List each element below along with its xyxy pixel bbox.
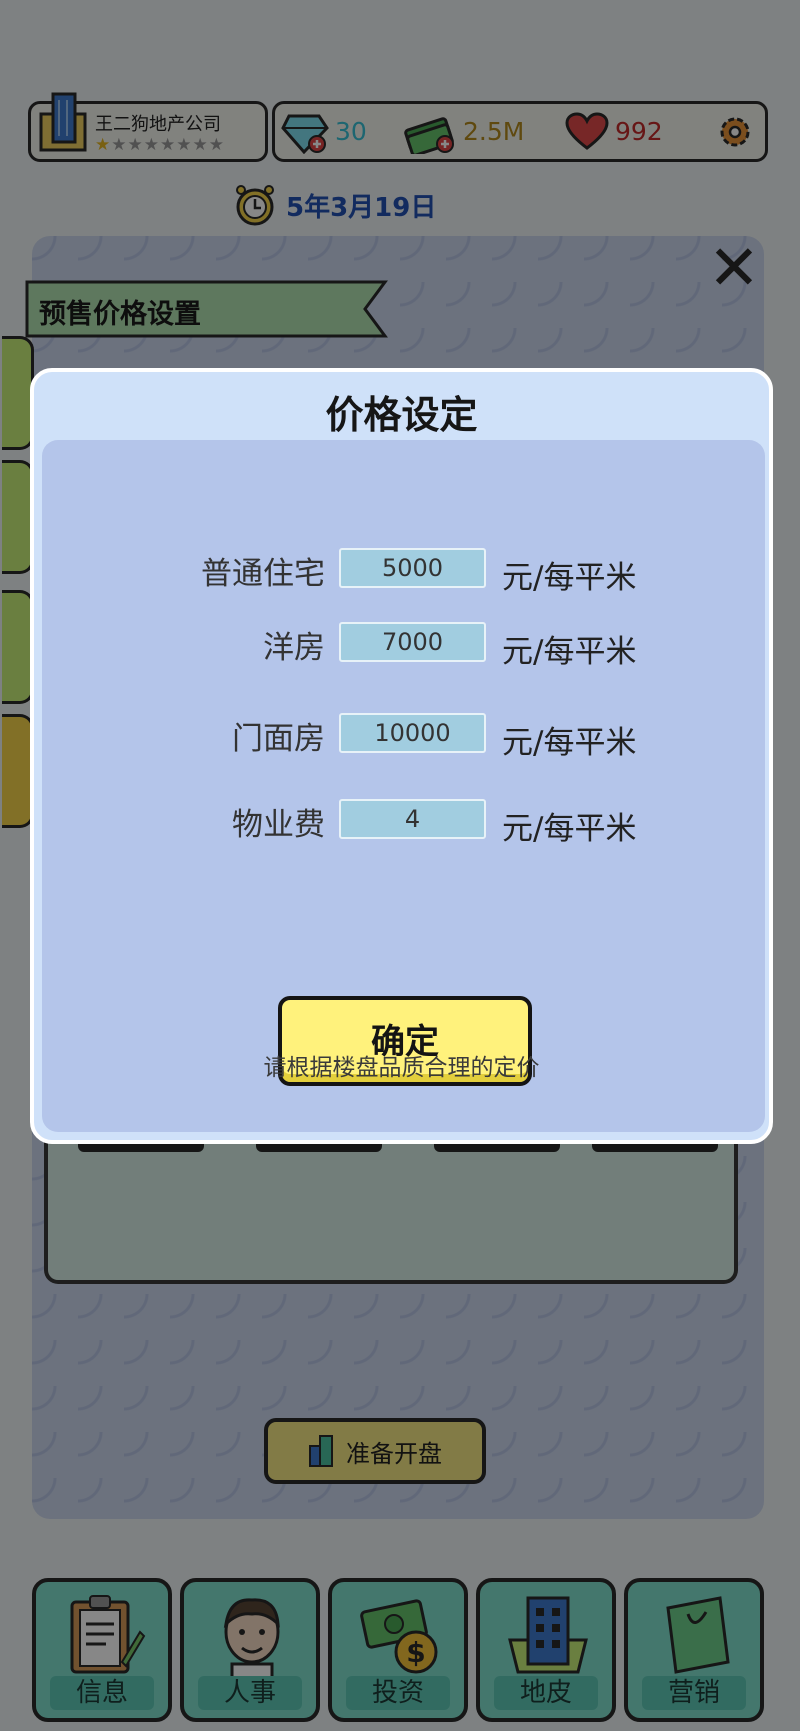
villa-price-input[interactable] (339, 622, 486, 662)
price-row-property-fee: 物业费 元/每平米 (42, 795, 765, 847)
price-row-villa: 洋房 元/每平米 (42, 618, 765, 670)
price-unit: 元/每平米 (502, 634, 637, 670)
property-fee-input[interactable] (339, 799, 486, 839)
residential-price-input[interactable] (339, 548, 486, 588)
price-row-storefront: 门面房 元/每平米 (42, 709, 765, 761)
price-unit: 元/每平米 (502, 725, 637, 761)
price-row-residential: 普通住宅 元/每平米 (42, 544, 765, 596)
dialog-title: 价格设定 (325, 393, 478, 437)
price-unit: 元/每平米 (502, 560, 637, 596)
dialog-body: 普通住宅 元/每平米 洋房 元/每平米 门面房 元/每平米 物业费 元/每平米 … (42, 440, 765, 1132)
storefront-price-input[interactable] (339, 713, 486, 753)
price-label: 物业费 (232, 807, 325, 843)
pricing-hint: 请根据楼盘品质合理的定价 (263, 1055, 540, 1081)
price-unit: 元/每平米 (502, 811, 637, 847)
price-label: 洋房 (263, 630, 325, 666)
price-label: 普通住宅 (201, 556, 325, 592)
price-label: 门面房 (232, 721, 325, 757)
price-setting-dialog: 价格设定 普通住宅 元/每平米 洋房 元/每平米 门面房 元/每平米 物业费 元… (30, 368, 773, 1144)
